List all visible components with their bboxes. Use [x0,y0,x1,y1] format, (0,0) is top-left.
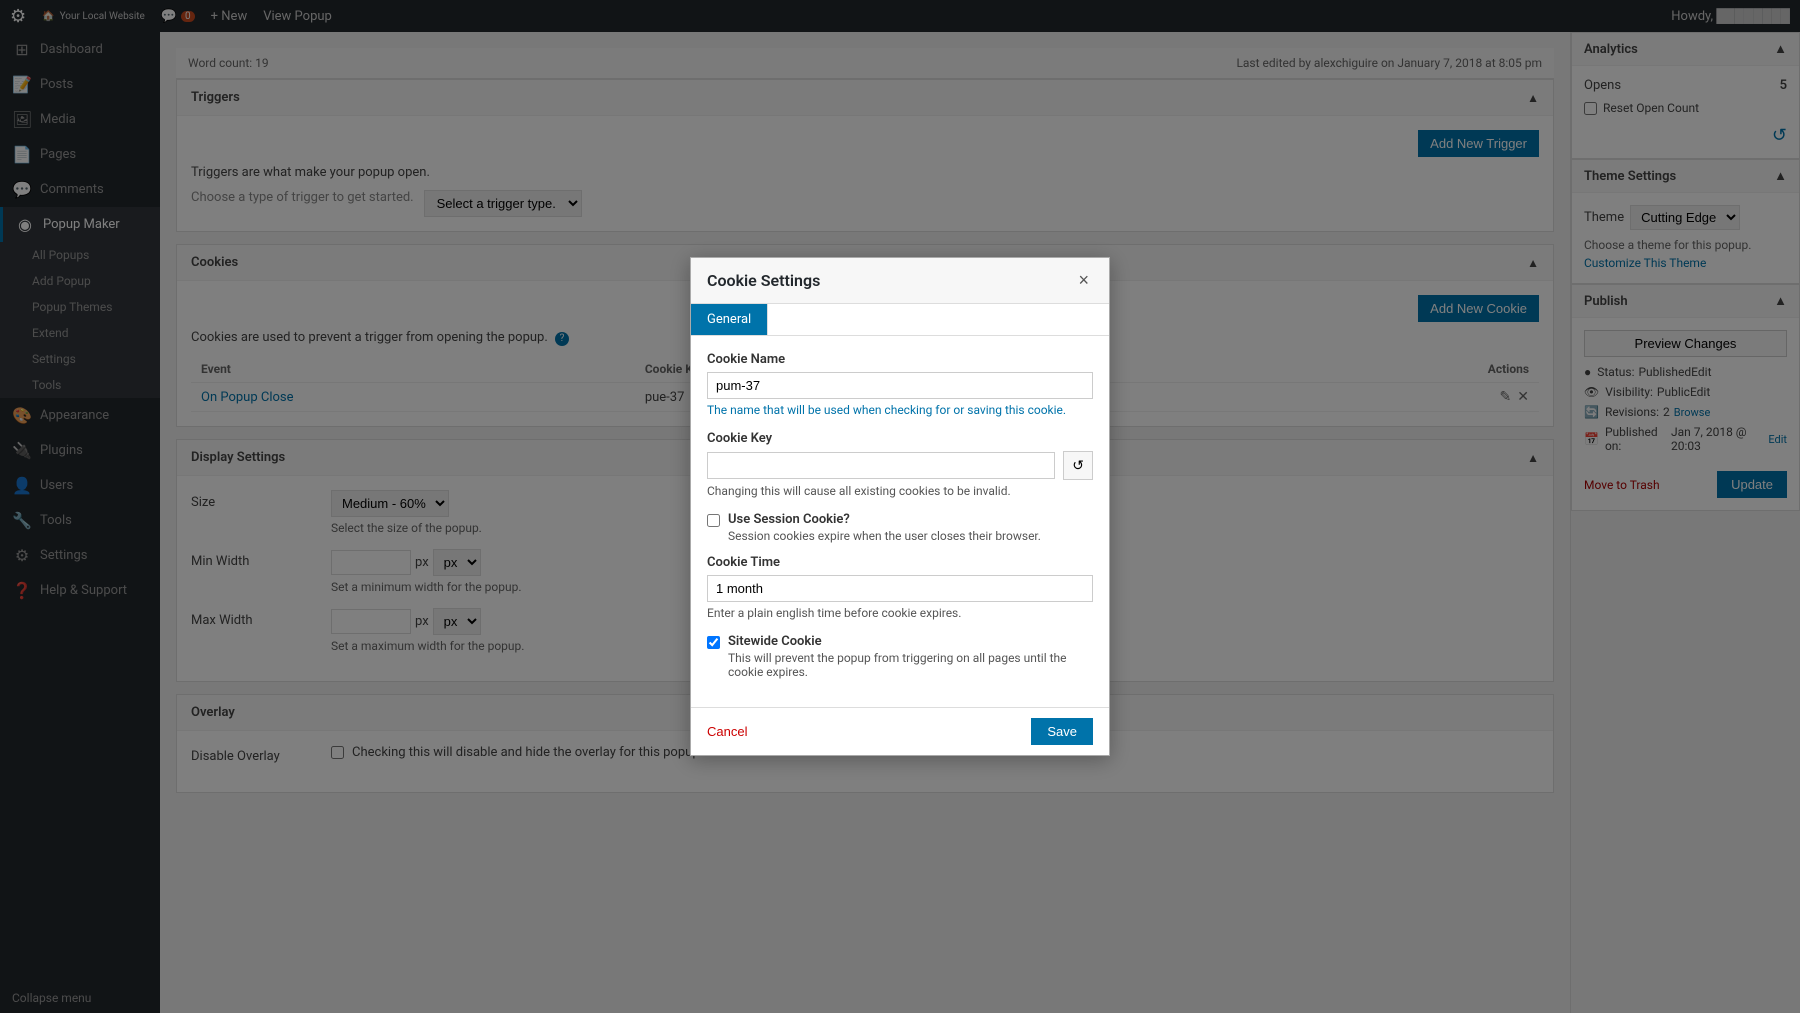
modal-footer: Cancel Save [691,707,1109,755]
cancel-button[interactable]: Cancel [707,724,747,739]
modal-tabs: General [691,304,1109,336]
cookie-key-label: Cookie Key [707,431,1093,446]
cookie-settings-modal: Cookie Settings × General Cookie Name Th… [690,257,1110,756]
sitewide-cookie-hint: This will prevent the popup from trigger… [728,651,1093,679]
cookie-name-input[interactable] [707,372,1093,399]
cookie-time-input[interactable] [707,575,1093,602]
sitewide-cookie-label: Sitewide Cookie [728,634,1093,649]
save-button[interactable]: Save [1031,718,1093,745]
modal-overlay[interactable]: Cookie Settings × General Cookie Name Th… [0,0,1800,1013]
cookie-time-label: Cookie Time [707,555,1093,570]
cookie-key-input[interactable] [707,452,1055,479]
session-cookie-hint: Session cookies expire when the user clo… [728,529,1041,543]
session-cookie-text: Use Session Cookie? Session cookies expi… [728,512,1041,543]
cookie-key-input-row: ↺ [707,451,1093,480]
cookie-key-field: Cookie Key ↺ Changing this will cause al… [707,431,1093,498]
cookie-name-field: Cookie Name The name that will be used w… [707,352,1093,417]
modal-title: Cookie Settings [707,271,820,290]
cookie-time-hint: Enter a plain english time before cookie… [707,606,1093,620]
cookie-key-refresh-button[interactable]: ↺ [1063,451,1093,480]
sitewide-cookie-row: Sitewide Cookie This will prevent the po… [707,634,1093,679]
cookie-name-hint: The name that will be used when checking… [707,403,1093,417]
modal-header: Cookie Settings × [691,258,1109,304]
sitewide-cookie-checkbox[interactable] [707,636,720,649]
session-cookie-label: Use Session Cookie? [728,512,1041,527]
cookie-time-field: Cookie Time Enter a plain english time b… [707,555,1093,620]
modal-body: Cookie Name The name that will be used w… [691,336,1109,707]
cookie-key-hint: Changing this will cause all existing co… [707,484,1093,498]
modal-close-button[interactable]: × [1074,270,1093,291]
sitewide-cookie-text: Sitewide Cookie This will prevent the po… [728,634,1093,679]
tab-general[interactable]: General [691,304,768,335]
cookie-name-label: Cookie Name [707,352,1093,367]
session-cookie-row: Use Session Cookie? Session cookies expi… [707,512,1093,543]
session-cookie-checkbox[interactable] [707,514,720,527]
